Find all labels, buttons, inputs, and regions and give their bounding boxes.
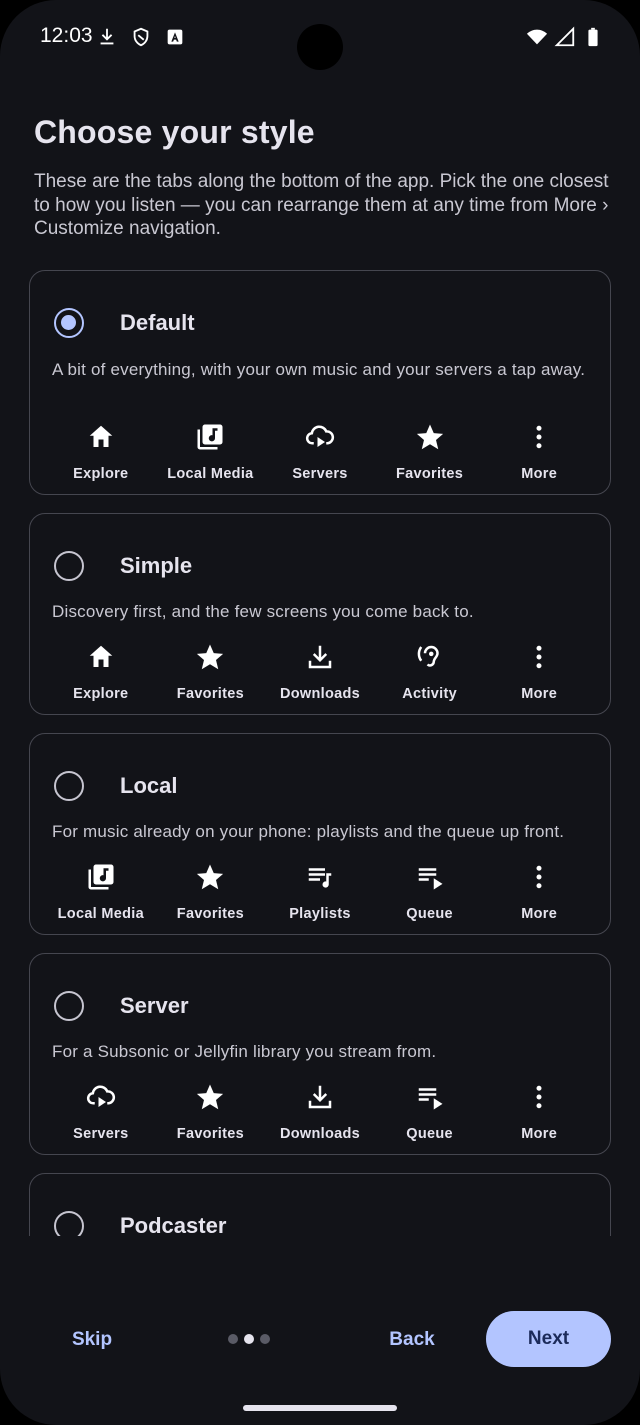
tab-preview-item: Explore: [46, 422, 156, 482]
home-icon: [86, 642, 116, 677]
download-icon: [96, 26, 118, 53]
battery-icon: [582, 26, 604, 53]
option-title: Podcaster: [120, 1213, 227, 1236]
tab-preview-row: Local Media Favorites Playlists Queue Mo…: [46, 862, 594, 922]
playlist-icon: [305, 862, 335, 897]
next-button[interactable]: Next: [486, 1311, 611, 1367]
style-option-podcaster[interactable]: Podcaster: [29, 1173, 611, 1236]
status-notification-icons: [96, 26, 186, 53]
radio-local[interactable]: [54, 771, 84, 801]
more-vert-icon: [524, 642, 554, 677]
download-icon: [305, 1082, 335, 1117]
style-option-default[interactable]: Default A bit of everything, with your o…: [29, 270, 611, 495]
tab-preview-row: Explore Favorites Downloads Activity Mor…: [46, 642, 594, 702]
style-option-local[interactable]: Local For music already on your phone: p…: [29, 733, 611, 935]
page-dot-active: [244, 1334, 254, 1344]
more-vert-icon: [524, 422, 554, 457]
more-vert-icon: [524, 1082, 554, 1117]
cloud-play-icon: [305, 422, 335, 457]
page-dot: [260, 1334, 270, 1344]
more-vert-icon: [524, 862, 554, 897]
queue-icon: [415, 862, 445, 897]
option-title: Default: [120, 310, 195, 335]
onboarding-nav-bar: Skip Back Next: [0, 1300, 640, 1380]
tab-preview-item: Servers: [265, 422, 375, 482]
status-bar: 12:03: [0, 0, 640, 78]
option-title: Local: [120, 773, 178, 798]
tab-preview-item: Servers: [46, 1082, 156, 1142]
tab-preview-item: Downloads: [265, 1082, 375, 1142]
tab-preview-item: Favorites: [156, 642, 266, 702]
option-description: A bit of everything, with your own music…: [52, 360, 586, 379]
tab-preview-item: Queue: [375, 862, 485, 922]
camera-cutout: [297, 24, 343, 70]
home-icon: [86, 422, 116, 457]
style-option-list[interactable]: Default A bit of everything, with your o…: [29, 270, 611, 1236]
status-system-icons: [526, 26, 604, 53]
tab-preview-item: More: [484, 1082, 594, 1142]
radio-server[interactable]: [54, 991, 84, 1021]
star-icon: [195, 642, 225, 677]
skip-button[interactable]: Skip: [52, 1322, 132, 1358]
tab-preview-item: Local Media: [46, 862, 156, 922]
signal-icon: [554, 26, 576, 53]
style-option-server[interactable]: Server For a Subsonic or Jellyfin librar…: [29, 953, 611, 1155]
tab-preview-item: Activity: [375, 642, 485, 702]
cloud-play-icon: [86, 1082, 116, 1117]
style-option-simple[interactable]: Simple Discovery first, and the few scre…: [29, 513, 611, 715]
status-time: 12:03: [40, 24, 93, 47]
radio-simple[interactable]: [54, 551, 84, 581]
page-dot: [228, 1334, 238, 1344]
back-button[interactable]: Back: [372, 1322, 452, 1358]
option-title: Simple: [120, 553, 193, 578]
page-title: Choose your style: [34, 114, 315, 150]
tab-preview-item: Downloads: [265, 642, 375, 702]
page-description: These are the tabs along the bottom of t…: [34, 171, 609, 239]
app-screen: 12:03 Choose your style These are the ta…: [0, 0, 640, 1425]
tab-preview-row: Servers Favorites Downloads Queue More: [46, 1082, 594, 1142]
shield-icon: [130, 26, 152, 53]
option-title: Server: [120, 993, 189, 1018]
music-library-icon: [86, 862, 116, 897]
star-icon: [415, 422, 445, 457]
wifi-icon: [526, 26, 548, 53]
tab-preview-item: Playlists: [265, 862, 375, 922]
tab-preview-item: Favorites: [156, 862, 266, 922]
queue-icon: [415, 1082, 445, 1117]
music-library-icon: [195, 422, 225, 457]
option-description: For a Subsonic or Jellyfin library you s…: [52, 1042, 437, 1061]
hearing-icon: [415, 642, 445, 677]
star-icon: [195, 862, 225, 897]
option-description: For music already on your phone: playlis…: [52, 822, 565, 841]
option-description: Discovery first, and the few screens you…: [52, 602, 474, 621]
tab-preview-item: More: [484, 862, 594, 922]
home-gesture-bar[interactable]: [243, 1405, 397, 1411]
radio-podcaster[interactable]: [54, 1211, 84, 1236]
tab-preview-item: More: [484, 422, 594, 482]
radio-default[interactable]: [54, 308, 84, 338]
download-icon: [305, 642, 335, 677]
tab-preview-item: Favorites: [375, 422, 485, 482]
tab-preview-item: Queue: [375, 1082, 485, 1142]
tab-preview-item: Local Media: [156, 422, 266, 482]
tab-preview-item: Favorites: [156, 1082, 266, 1142]
font-a-icon: [164, 26, 186, 53]
tab-preview-item: More: [484, 642, 594, 702]
star-icon: [195, 1082, 225, 1117]
page-indicator: [228, 1334, 270, 1344]
tab-preview-row: Explore Local Media Servers Favorites Mo…: [46, 422, 594, 482]
tab-preview-item: Explore: [46, 642, 156, 702]
